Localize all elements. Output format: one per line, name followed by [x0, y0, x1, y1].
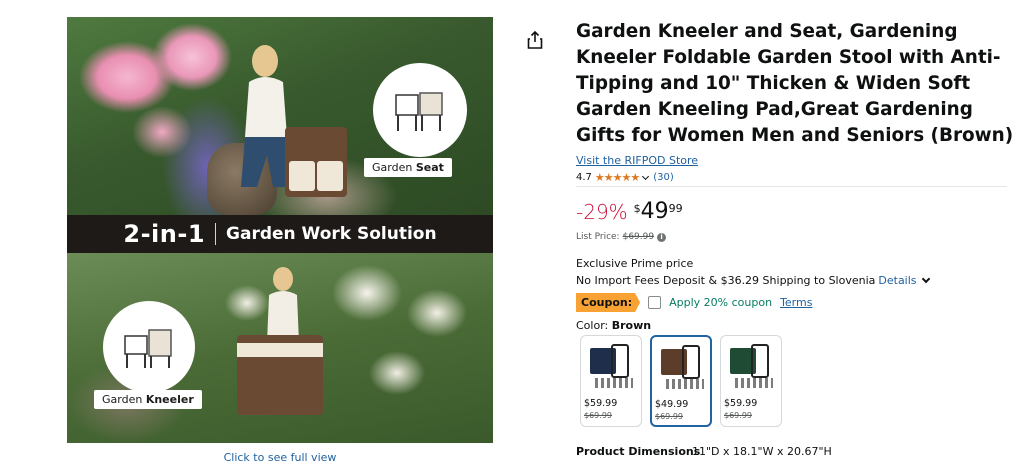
swatch-price: $59.99	[724, 398, 758, 409]
share-icon[interactable]	[527, 31, 543, 49]
seat-diagram-icon	[395, 92, 443, 131]
spec-value: 11"D x 18.1"W x 20.67"H	[692, 445, 832, 458]
coupon-checkbox[interactable]	[648, 296, 662, 309]
coupon-apply-text[interactable]: Apply 20% coupon	[669, 296, 772, 309]
swatch-image	[587, 342, 635, 392]
rating-row[interactable]: 4.7 ★★★★★ (30)	[576, 171, 674, 184]
import-fees-text: No Import Fees Deposit & $36.29 Shipping…	[576, 274, 876, 287]
list-price-label: List Price:	[576, 232, 620, 242]
kneeler-illustration-circle	[103, 301, 195, 393]
banner-2in1: 2-in-1	[123, 220, 206, 248]
product-title: Garden Kneeler and Seat, Gardening Kneel…	[576, 21, 1014, 146]
swatch-image	[727, 342, 775, 392]
divider	[576, 186, 1007, 187]
swatch-green[interactable]: $59.99 $69.99	[720, 335, 782, 427]
see-full-view-link[interactable]: Click to see full view	[67, 451, 493, 464]
details-link[interactable]: Details	[878, 274, 916, 287]
coupon-badge: Coupon:	[576, 293, 641, 312]
price-currency: $	[633, 202, 641, 215]
price-row: -29% $ 49 99	[576, 198, 683, 226]
prime-exclusive-text: Exclusive Prime price	[576, 257, 694, 270]
star-rating-icon[interactable]: ★★★★★	[595, 171, 640, 184]
kneeler-diagram-icon	[124, 329, 172, 368]
swatch-navy[interactable]: $59.99 $69.99	[580, 335, 642, 427]
store-link[interactable]: Visit the RIFPOD Store	[576, 154, 698, 167]
swatch-brown[interactable]: $49.99 $69.99	[650, 335, 712, 427]
price-fraction: 99	[668, 202, 683, 215]
swatch-price: $49.99	[655, 399, 689, 410]
import-fees-row: No Import Fees Deposit & $36.29 Shipping…	[576, 274, 931, 287]
product-main-image[interactable]: Garden Seat 2-in-1 Garden Work Solution …	[67, 17, 493, 443]
tag-garden-seat: Garden Seat	[364, 158, 452, 177]
image-banner: 2-in-1 Garden Work Solution	[67, 215, 493, 253]
price-whole: 49	[640, 199, 669, 224]
rating-value: 4.7	[576, 172, 592, 183]
swatch-image	[658, 343, 706, 393]
review-count-link[interactable]: (30)	[653, 172, 674, 183]
info-icon[interactable]: i	[657, 232, 667, 242]
swatch-list-price: $69.99	[655, 412, 683, 421]
list-price-value: $69.99	[622, 232, 655, 242]
list-price-row: List Price: $69.99 i	[576, 232, 667, 242]
woman-kneeling-figure	[267, 267, 299, 343]
selected-color: Brown	[611, 319, 652, 332]
tag-garden-kneeler: Garden Kneeler	[94, 390, 202, 409]
chevron-down-icon[interactable]	[921, 274, 930, 284]
seat-bag	[285, 127, 347, 197]
swatch-list-price: $69.99	[584, 411, 612, 420]
chevron-down-icon[interactable]	[642, 172, 650, 180]
coupon-row: Coupon: Apply 20% coupon Terms	[576, 293, 812, 312]
discount-percent: -29%	[576, 200, 628, 224]
color-swatches: $59.99 $69.99 $49.99 $69.99 $59.99 $69.9…	[580, 335, 782, 427]
coupon-terms-link[interactable]: Terms	[780, 296, 812, 309]
kneeler-bag	[237, 335, 323, 415]
seat-illustration-circle	[373, 63, 467, 157]
current-price: $ 49 99	[634, 198, 683, 226]
banner-subtitle: Garden Work Solution	[226, 224, 437, 244]
swatch-price: $59.99	[584, 398, 618, 409]
swatch-list-price: $69.99	[724, 411, 752, 420]
spec-key: Product Dimensions	[576, 445, 701, 458]
color-label: Color: Brown	[576, 319, 652, 332]
banner-separator	[215, 223, 217, 245]
